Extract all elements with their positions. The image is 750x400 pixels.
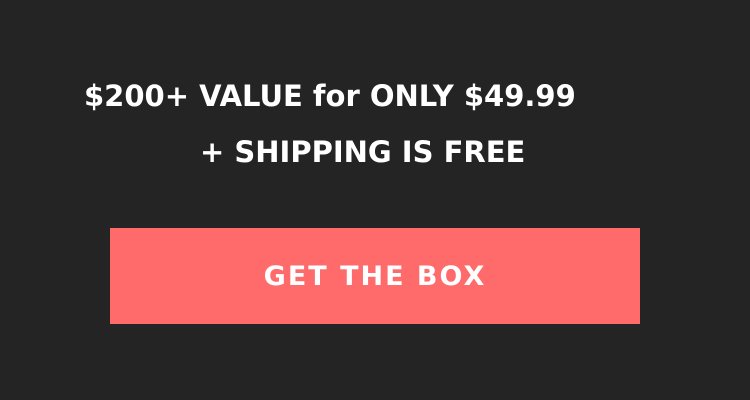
promo-subline: + SHIPPING IS FREE bbox=[200, 135, 526, 169]
get-the-box-button[interactable]: GET THE BOX bbox=[110, 228, 640, 324]
promo-headline: $200+ VALUE for ONLY $49.99 bbox=[84, 79, 576, 113]
